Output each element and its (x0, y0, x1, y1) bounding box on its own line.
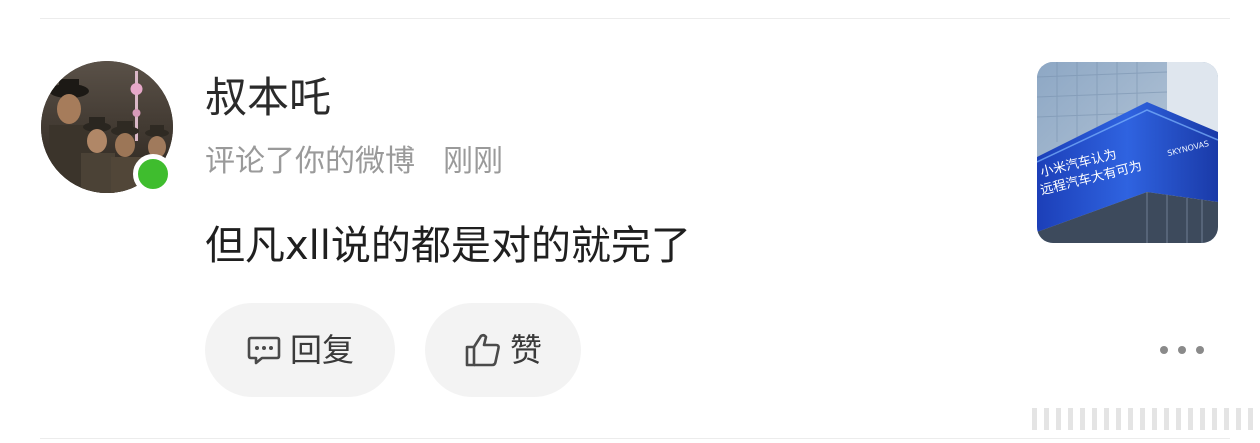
divider (40, 18, 1230, 19)
comment-content: 但凡xll说的都是对的就完了 (205, 223, 691, 269)
more-options-button[interactable] (1160, 338, 1204, 362)
reply-button[interactable]: 回复 (205, 303, 395, 397)
more-horizontal-icon (1160, 346, 1168, 354)
comment-meta: 评论了你的微博 刚刚 (205, 142, 503, 182)
post-thumbnail[interactable]: 小米汽车认为 远程汽车大有可为 SKYNOVAS (1037, 62, 1218, 243)
username[interactable]: 叔本吒 (205, 72, 331, 124)
timestamp: 刚刚 (443, 144, 503, 179)
more-horizontal-icon (1178, 346, 1186, 354)
divider (40, 438, 1230, 439)
comment-bubble-icon (246, 332, 282, 368)
more-horizontal-icon (1196, 346, 1204, 354)
action-text: 评论了你的微博 (205, 144, 415, 179)
online-status-indicator (133, 154, 173, 194)
notification-page: 叔本吒 评论了你的微博 刚刚 但凡xll说的都是对的就完了 回复 赞 小米汽车认… (0, 0, 1260, 443)
like-button[interactable]: 赞 (425, 303, 581, 397)
like-label: 赞 (509, 331, 542, 369)
reply-label: 回复 (289, 331, 354, 369)
watermark-stripes (1032, 408, 1253, 430)
thumbs-up-icon (464, 332, 502, 368)
